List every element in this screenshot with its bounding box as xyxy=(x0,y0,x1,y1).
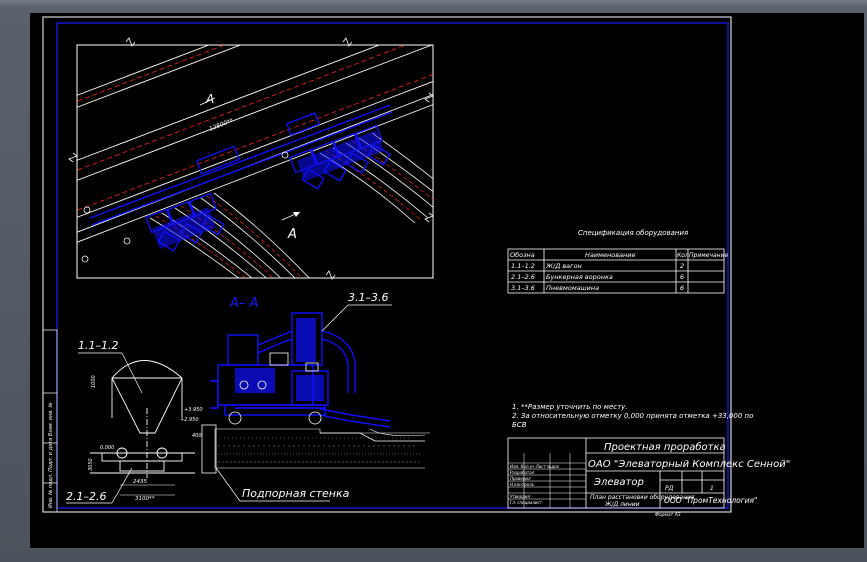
cad-drawing: Инв. № подл. Подп. и дата Взам. инв. № А… xyxy=(42,16,790,518)
application-window: Инв. № подл. Подп. и дата Взам. инв. № А… xyxy=(0,0,867,562)
note-line3: БСВ xyxy=(512,421,527,429)
section-title: А– А xyxy=(229,296,258,311)
side-strip: Инв. № подл. Подп. и дата Взам. инв. № xyxy=(42,329,58,513)
tb-drawing-name2: Ж/Д линии xyxy=(604,501,640,508)
tb-left-cell: Гл. специалист xyxy=(510,500,543,505)
dim-b: 3100** xyxy=(135,496,155,502)
spec-table: Спецификация оборудования Обозна Наимено… xyxy=(507,229,728,294)
dim-small: 400 xyxy=(192,433,202,439)
note-line1: 1. **Размер уточнить по месту. xyxy=(512,403,628,411)
spec-title: Спецификация оборудования xyxy=(578,229,688,237)
spec-header-name: Наименование xyxy=(585,251,636,259)
label-hopper: 2.1–2.6 xyxy=(66,490,107,503)
section-view: А– А 2435 3100** 0.000 3050 1000 +2.950 … xyxy=(66,291,430,504)
tb-sheet: 1 xyxy=(710,485,714,492)
section-marker-top: А xyxy=(205,92,214,106)
tb-line3: Элеватор xyxy=(593,477,644,488)
drawing-canvas[interactable]: Инв. № подл. Подп. и дата Взам. инв. № А… xyxy=(30,13,864,548)
tb-format: Формат А3 xyxy=(655,512,681,518)
tb-left-cell: Н.контроль xyxy=(510,482,535,487)
dim-small2: 1000 xyxy=(91,375,97,388)
spec-row-qty: 6 xyxy=(680,273,684,281)
spec-row-name: Бункерная воронка xyxy=(546,273,613,281)
section-marker-bottom: А xyxy=(287,227,297,242)
spec-row-qty: 6 xyxy=(680,284,684,292)
spec-row-name: Ж/Д вагон xyxy=(545,262,582,270)
spec-row-code: 3.1–3.6 xyxy=(511,284,535,292)
wall-caption: Подпорная стенка xyxy=(242,487,350,500)
tb-company: ООО "ПромТехнология" xyxy=(664,496,757,505)
dim-side: 3050 xyxy=(88,458,94,471)
tb-left-cell: Утвердил xyxy=(510,494,530,499)
title-block: Изм. Кол.уч Лист №док Разработал Провери… xyxy=(507,437,790,518)
spec-row-qty: 2 xyxy=(680,262,684,270)
tb-left-cell: Изм. Кол.уч Лист №док xyxy=(510,464,560,469)
elev-a: +3.950 xyxy=(184,407,203,413)
side-strip-text: Инв. № подл. Подп. и дата Взам. инв. № xyxy=(48,402,54,508)
label-wagon: 1.1–1.2 xyxy=(78,339,119,352)
tb-stage: РД xyxy=(665,485,674,492)
tb-left-cell: Проверил xyxy=(510,476,531,481)
spec-row-code: 2.1–2.6 xyxy=(511,273,535,281)
notes: 1. **Размер уточнить по месту. 2. За отн… xyxy=(512,403,753,429)
spec-header-qty: Кол xyxy=(677,252,689,259)
elev-c: 0.000 xyxy=(100,445,114,451)
spec-row-name: Пневмомашина xyxy=(546,284,599,292)
plan-view: А А 12800** xyxy=(68,37,434,280)
tb-line2: ОАО "Элеваторный Комплекс Сенной" xyxy=(588,459,790,470)
dim-a: 2435 xyxy=(133,479,147,485)
spec-row-code: 1.1–1.2 xyxy=(511,262,535,270)
dim-top: 12800** xyxy=(208,117,234,133)
tb-line1: Проектная проработка xyxy=(604,441,726,453)
elev-b: +2.950 xyxy=(180,417,199,423)
spec-header-note: Примечание xyxy=(689,252,728,259)
note-line2: 2. За относительную отметку 0,000 принят… xyxy=(512,412,753,420)
tb-left-cell: Разработал xyxy=(510,470,535,475)
label-pneumo: 3.1–3.6 xyxy=(348,291,389,304)
spec-header-code: Обозна xyxy=(510,251,535,259)
